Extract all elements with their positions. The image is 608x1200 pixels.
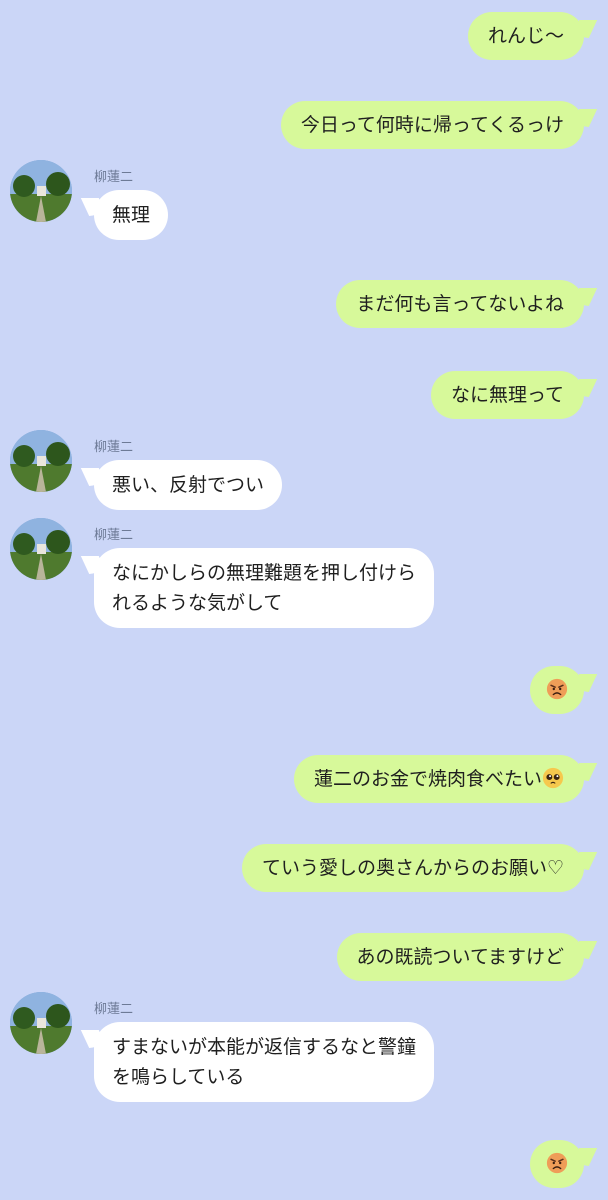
message-text: 悪い、反射でつい <box>112 474 265 496</box>
message-text-line: を鳴らしている <box>112 1066 245 1088</box>
message-text: 無理 <box>112 204 151 226</box>
received-message[interactable]: なにかしらの無理難題を押し付けら れるような気がして <box>94 548 435 628</box>
message-text: まだ何も言ってないよね <box>356 293 564 315</box>
avatar-image <box>10 992 72 1054</box>
sent-message[interactable]: あの既読ついてますけど <box>336 933 584 981</box>
contact-avatar[interactable] <box>10 430 72 492</box>
message-text: ていう愛しの奥さんからのお願い♡ <box>261 857 564 879</box>
sent-message[interactable]: ていう愛しの奥さんからのお願い♡ <box>241 844 584 892</box>
message-text-line: れるような気がして <box>112 592 283 614</box>
angry-face-icon <box>546 1152 568 1174</box>
sent-message[interactable]: 蓮二のお金で焼肉食べたい <box>293 755 584 803</box>
sent-message[interactable]: まだ何も言ってないよね <box>336 280 584 328</box>
received-message[interactable]: 無理 <box>94 190 169 240</box>
sent-message[interactable]: れんじ〜 <box>467 12 584 60</box>
avatar-image <box>10 160 72 222</box>
contact-name: 柳蓮二 <box>94 1002 134 1017</box>
message-text: 今日って何時に帰ってくるっけ <box>300 114 564 136</box>
pleading-face-icon <box>542 767 564 789</box>
message-text: 蓮二のお金で焼肉食べたい <box>313 768 542 790</box>
sent-message[interactable] <box>530 1140 584 1188</box>
contact-name: 柳蓮二 <box>94 528 134 543</box>
received-message[interactable]: 悪い、反射でつい <box>94 460 283 510</box>
sent-message[interactable]: 今日って何時に帰ってくるっけ <box>280 101 584 149</box>
avatar-image <box>10 518 72 580</box>
angry-face-icon <box>546 678 568 700</box>
chat-view: れんじ〜 今日って何時に帰ってくるっけ 柳蓮二 無理 まだ何も言ってないよね な… <box>0 0 608 1200</box>
contact-name: 柳蓮二 <box>94 170 134 185</box>
message-text-line: なにかしらの無理難題を押し付けら <box>112 562 417 584</box>
sent-message[interactable] <box>530 666 584 714</box>
message-text: れんじ〜 <box>487 25 564 47</box>
avatar-image <box>10 430 72 492</box>
sent-message[interactable]: なに無理って <box>430 371 584 419</box>
contact-avatar[interactable] <box>10 160 72 222</box>
message-text: なに無理って <box>450 384 564 406</box>
received-message[interactable]: すまないが本能が返信するなと警鐘 を鳴らしている <box>94 1022 435 1102</box>
contact-avatar[interactable] <box>10 992 72 1054</box>
message-text-line: すまないが本能が返信するなと警鐘 <box>112 1036 417 1058</box>
contact-name: 柳蓮二 <box>94 440 134 455</box>
contact-avatar[interactable] <box>10 518 72 580</box>
message-text: あの既読ついてますけど <box>356 946 564 968</box>
